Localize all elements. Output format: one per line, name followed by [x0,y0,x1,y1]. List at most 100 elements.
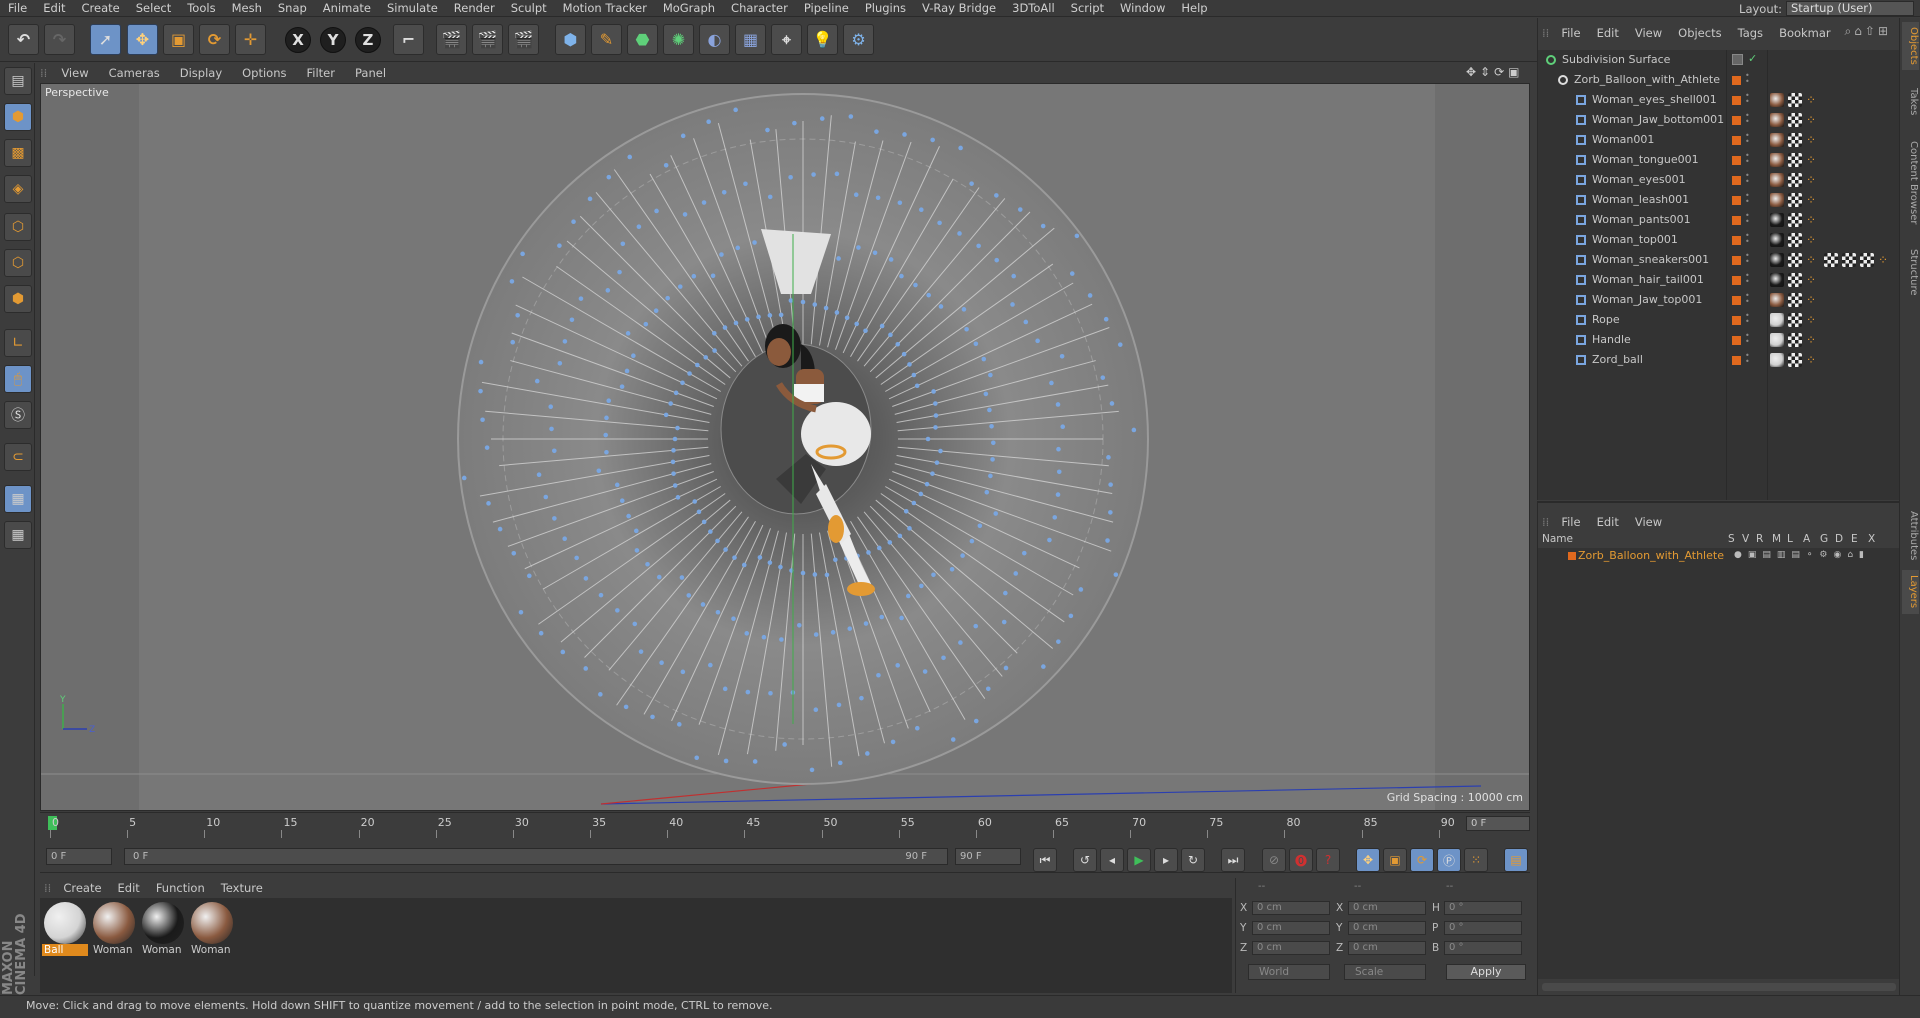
menu-tools[interactable]: Tools [179,0,223,17]
layer-column-x[interactable]: X [1868,533,1875,545]
render-view-icon[interactable]: 🎬 [436,24,467,55]
rotate-tool-icon[interactable]: ⟳ [199,24,230,55]
uvw-tag-icon[interactable] [1788,273,1802,287]
viewport-grip-icon[interactable]: ⁞⁞ [36,66,51,80]
object-name[interactable]: Woman_Jaw_bottom001 [1592,110,1724,130]
cloner-icon[interactable]: ✺ [663,24,694,55]
undo-button[interactable]: ↶ [8,24,39,55]
uvw-tag-icon[interactable] [1788,293,1802,307]
side-tab-structure[interactable]: Structure [1902,242,1919,302]
extra-phong-tag-icon[interactable]: ⁘ [1878,253,1892,267]
object-name[interactable]: Woman_pants001 [1592,210,1691,230]
z-axis-lock-button[interactable]: Z [355,27,381,53]
material-tag-icon[interactable] [1770,213,1784,227]
visibility-dots-icon[interactable]: • • [1745,292,1750,307]
layer-color-icon[interactable] [1732,276,1741,285]
object-menu-file[interactable]: File [1553,26,1588,40]
layer-color-icon[interactable] [1732,136,1741,145]
layer-color-icon[interactable] [1732,316,1741,325]
object-menu-bookmar[interactable]: Bookmar [1771,26,1839,40]
enable-checkbox-icon[interactable] [1732,54,1743,65]
tweak-mode-icon[interactable]: 🖱 [4,365,32,393]
material-menu-edit[interactable]: Edit [110,881,148,895]
python-icon[interactable]: ⚙ [843,24,874,55]
phong-tag-icon[interactable]: ⁘ [1806,273,1820,287]
floor-icon[interactable]: ▦ [735,24,766,55]
visibility-dots-icon[interactable]: • • [1745,132,1750,147]
extra-tag-icon[interactable] [1860,253,1874,267]
select-tool-icon[interactable]: ➚ [90,24,121,55]
material-swatch[interactable]: Woman [140,900,186,956]
key-pla-icon[interactable]: ⁙ [1464,848,1488,872]
play-icon[interactable]: ▶ [1127,848,1151,872]
coord-value-field[interactable]: 0 cm [1252,921,1330,935]
material-menu-texture[interactable]: Texture [213,881,271,895]
timeline-ruler[interactable]: 0 F 0 5 10 15 20 25 30 35 40 45 50 55 60 65 70 75 80 85 90 [40,812,1530,838]
extra-tag-icon[interactable] [1824,253,1838,267]
layer-menu-edit[interactable]: Edit [1589,515,1627,529]
object-row[interactable]: Woman_eyes001 • • ⁘ [1538,170,1900,190]
uvw-tag-icon[interactable] [1788,313,1802,327]
layer-column-e[interactable]: E [1851,533,1858,545]
visibility-dots-icon[interactable]: • • [1745,232,1750,247]
material-grip-icon[interactable]: ⁞⁞ [40,881,55,895]
layer-color-icon[interactable] [1732,236,1741,245]
workplane-lock-icon[interactable]: ▦ [4,485,32,513]
object-menu-view[interactable]: View [1627,26,1670,40]
object-row[interactable]: Woman001 • • ⁘ [1538,130,1900,150]
layout-dropdown[interactable]: Startup (User) [1786,1,1914,16]
visibility-dots-icon[interactable]: • • [1745,352,1750,367]
record-keys-icon[interactable]: ⊘ [1262,848,1286,872]
layer-column-d[interactable]: D [1835,533,1843,545]
visibility-dots-icon[interactable]: • • [1745,72,1750,87]
object-name[interactable]: Handle [1592,330,1631,350]
viewport-menu-options[interactable]: Options [232,66,296,80]
layer-scrollbar[interactable] [1542,983,1896,991]
material-tag-icon[interactable] [1770,193,1784,207]
layer-color-icon[interactable] [1732,256,1741,265]
object-row[interactable]: Woman_Jaw_top001 • • ⁘ [1538,290,1900,310]
visibility-dots-icon[interactable]: • • [1745,332,1750,347]
material-swatch[interactable]: Woman [91,900,137,956]
object-name[interactable]: Zorb_Balloon_with_Athlete [1574,70,1720,90]
material-tag-icon[interactable] [1770,233,1784,247]
material-tag-icon[interactable] [1770,253,1784,267]
current-frame-field[interactable]: 0 F [1466,816,1530,831]
x-axis-lock-button[interactable]: X [285,27,311,53]
object-row[interactable]: Woman_Jaw_bottom001 • • ⁘ [1538,110,1900,130]
layer-menu-file[interactable]: File [1553,515,1588,529]
axis-mode-icon[interactable]: ∟ [4,329,32,357]
layer-column-m[interactable]: M [1772,533,1781,545]
menu-select[interactable]: Select [128,0,179,17]
menu-animate[interactable]: Animate [315,0,379,17]
menu-v-ray-bridge[interactable]: V-Ray Bridge [914,0,1004,17]
layer-color-icon[interactable] [1732,216,1741,225]
object-name[interactable]: Woman_leash001 [1592,190,1689,210]
visibility-dots-icon[interactable]: • • [1745,152,1750,167]
next-frame-icon[interactable]: ▸ [1154,848,1178,872]
live-selection-icon[interactable]: ✛ [235,24,266,55]
coord-value-field[interactable]: 0 ° [1444,901,1522,915]
material-menu-function[interactable]: Function [148,881,213,895]
object-name[interactable]: Woman_tongue001 [1592,150,1699,170]
object-row[interactable]: Woman_tongue001 • • ⁘ [1538,150,1900,170]
side-tab-content-browser[interactable]: Content Browser [1902,128,1919,238]
object-row[interactable]: Zorb_Balloon_with_Athlete • • [1538,70,1900,90]
material-tag-icon[interactable] [1770,173,1784,187]
coord-value-field[interactable]: 0 cm [1348,901,1426,915]
y-axis-lock-button[interactable]: Y [320,27,346,53]
material-tag-icon[interactable] [1770,153,1784,167]
workplane-mode-icon[interactable]: ◈ [4,175,32,203]
layer-color-icon[interactable] [1732,96,1741,105]
end-frame-field[interactable]: 90 F [955,848,1021,865]
layer-column-l[interactable]: L [1787,533,1793,545]
points-mode-icon[interactable]: ⬡ [4,213,32,241]
scale-dropdown[interactable]: Scale [1344,964,1426,980]
deformer-icon[interactable]: ◐ [699,24,730,55]
phong-tag-icon[interactable]: ⁘ [1806,313,1820,327]
layer-color-icon[interactable] [1732,76,1741,85]
menu-character[interactable]: Character [723,0,796,17]
material-tag-icon[interactable] [1770,353,1784,367]
phong-tag-icon[interactable]: ⁘ [1806,113,1820,127]
phong-tag-icon[interactable]: ⁘ [1806,93,1820,107]
